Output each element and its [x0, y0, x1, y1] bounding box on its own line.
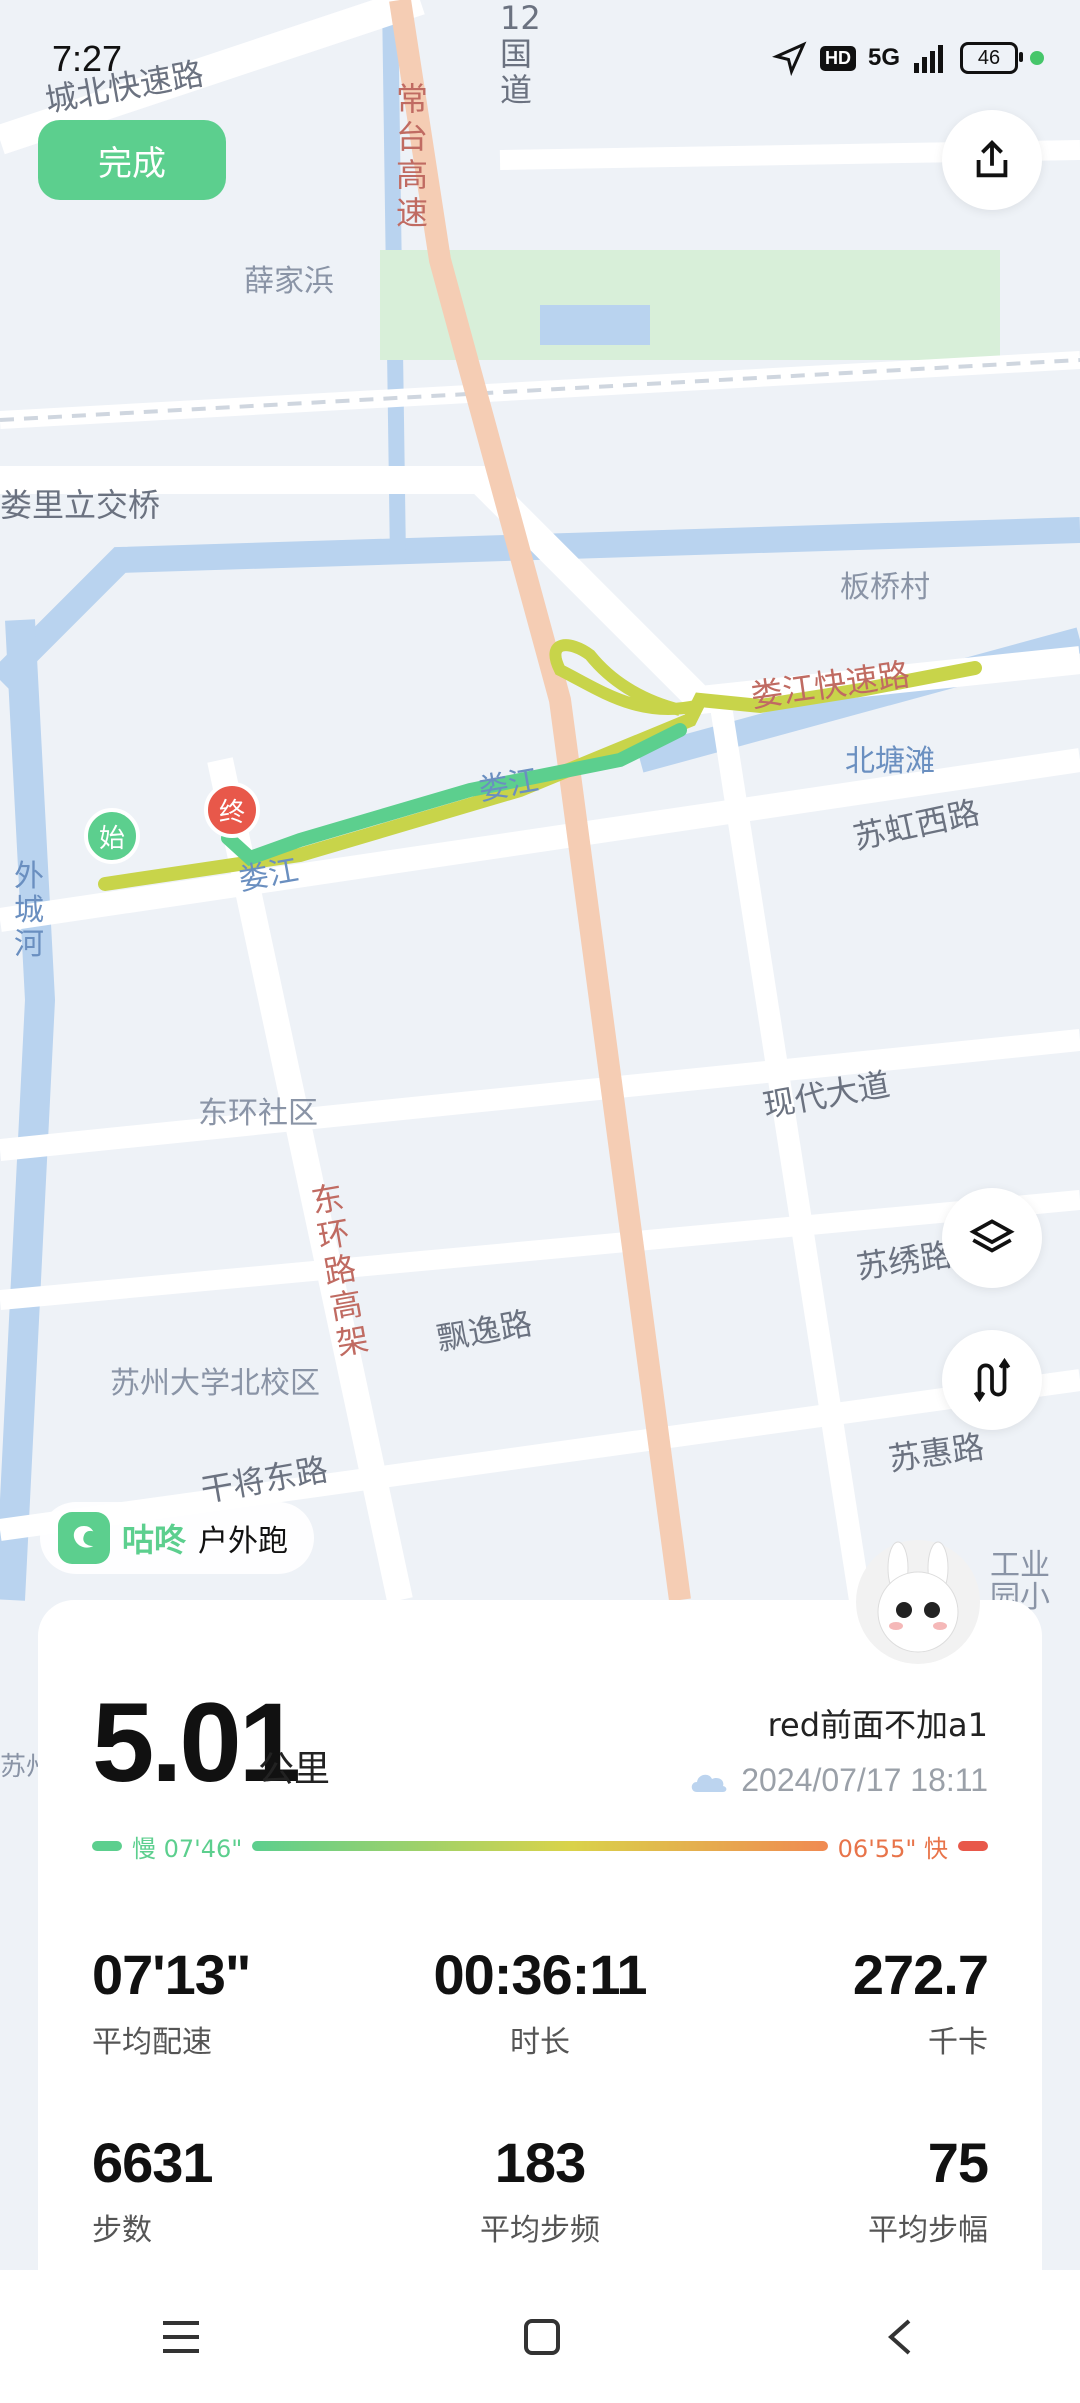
map-label-lili-bridge: 娄里立交桥: [0, 486, 161, 524]
map-label-beitangtan: 北塘滩: [845, 744, 935, 779]
map-label-waichenghe: 外城河: [14, 859, 44, 962]
map-label-g2: 12国道: [500, 0, 541, 109]
end-marker: 终: [204, 782, 260, 838]
map-label-xuejiabang: 薛家浜: [244, 264, 334, 299]
summary-card: 5.01 公里 red前面不加a1 2024/07/17 18:11 慢 07'…: [38, 1600, 1042, 2290]
map-label-suzhou-univ: 苏州大学北校区: [110, 1366, 320, 1401]
signal-bars-icon: [914, 45, 943, 73]
back-icon[interactable]: [881, 2317, 921, 2357]
brand-tag: 咕咚 户外跑: [40, 1502, 315, 1574]
system-nav-bar: [0, 2270, 1080, 2403]
start-marker-label: 始: [98, 823, 125, 854]
status-icons: HD 5G 46: [771, 40, 1044, 76]
pace-fast-label: 06'55" 快: [837, 1834, 948, 1863]
map-layers-button[interactable]: [942, 1188, 1042, 1288]
distance-unit: 公里: [258, 1749, 331, 1790]
pace-slow-label: 慢 07'46": [132, 1834, 243, 1863]
share-button[interactable]: [942, 110, 1042, 210]
home-icon[interactable]: [522, 2317, 562, 2357]
brand-name: 咕咚: [122, 1521, 187, 1559]
stat-value: 75: [927, 2131, 989, 2194]
stat-label: 平均步幅: [868, 2213, 988, 2248]
start-marker: 始: [84, 808, 140, 864]
pace-slow-cap: [92, 1841, 122, 1851]
route-replay-button[interactable]: [942, 1330, 1042, 1430]
stat-value: 272.7: [852, 1943, 989, 2006]
map-label-banqiaocun: 板桥村: [840, 570, 930, 605]
pace-fast-cap: [958, 1841, 988, 1851]
battery-level: 46: [977, 46, 1001, 69]
share-icon: [976, 140, 1008, 178]
pace-gradient-bar: 慢 07'46" 06'55" 快: [92, 1828, 988, 1864]
route-icon: [973, 1357, 1011, 1403]
map-label-dongshe: 东环社区: [198, 1096, 318, 1131]
done-button[interactable]: 完成: [38, 120, 226, 200]
layers-icon: [969, 1219, 1015, 1253]
datetime-text: 2024/07/17 18:11: [741, 1762, 988, 1798]
pace-gradient: [252, 1841, 828, 1851]
map-label-changtai: 常台高速: [396, 80, 429, 232]
privacy-dot-icon: [1030, 51, 1044, 65]
cloud-icon: [692, 1774, 727, 1792]
mascot-avatar[interactable]: [856, 1540, 980, 1664]
stat-stride: 75 平均步幅: [868, 2130, 989, 2249]
status-time: 7:27: [52, 38, 123, 79]
datetime: 2024/07/17 18:11: [687, 1762, 988, 1799]
hd-icon: HD: [819, 45, 856, 71]
username: red前面不加a1: [767, 1706, 988, 1744]
stat-calories: 272.7 千卡: [852, 1942, 989, 2061]
stat-label: 千卡: [928, 2025, 988, 2060]
end-marker-label: 终: [218, 797, 245, 828]
location-arrow-icon: [771, 41, 807, 76]
battery-icon: 46: [960, 42, 1023, 74]
activity-type: 户外跑: [198, 1524, 289, 1559]
codoon-logo-icon: [58, 1512, 110, 1564]
signal-label: 5G: [867, 44, 900, 71]
menu-icon[interactable]: [159, 2317, 203, 2357]
